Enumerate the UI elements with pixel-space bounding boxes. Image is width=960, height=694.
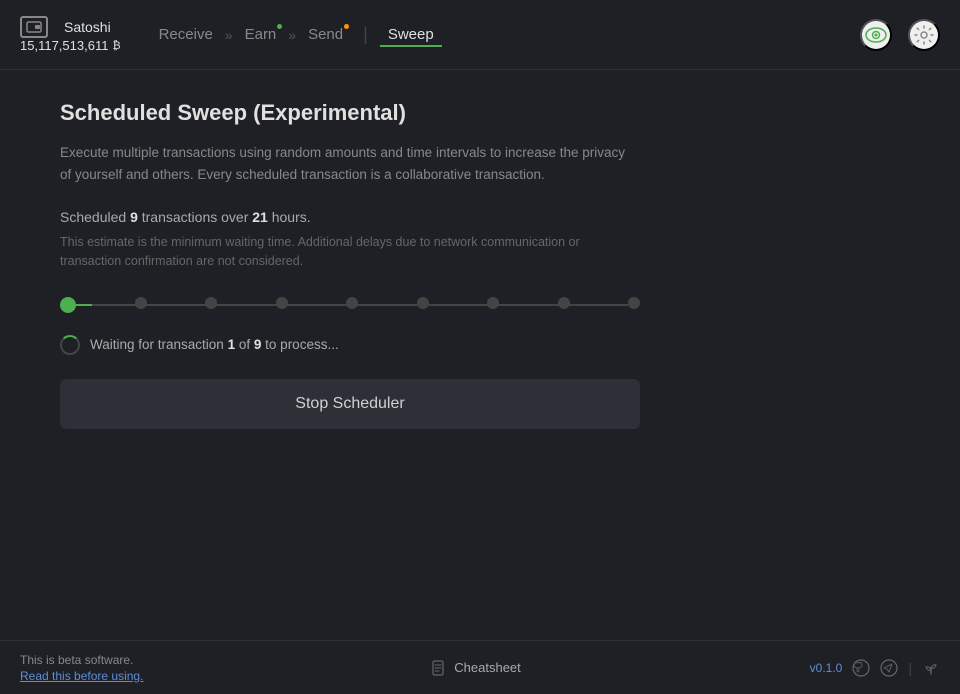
cheatsheet-link[interactable]: Cheatsheet — [454, 660, 521, 675]
progress-dot-6 — [417, 297, 429, 309]
main-content: Scheduled Sweep (Experimental) Execute m… — [0, 70, 960, 640]
earn-dot — [277, 24, 282, 29]
footer-right: v0.1.0 | — [810, 659, 940, 677]
progress-dot-8 — [558, 297, 570, 309]
footer-sep: | — [908, 660, 912, 676]
main-nav: Receive » Earn » Send | Sweep — [151, 22, 860, 47]
page-title: Scheduled Sweep (Experimental) — [60, 100, 900, 126]
wallet-balance: 15,117,513,611 ₿ — [20, 38, 121, 53]
wallet-info: Satoshi 15,117,513,611 ₿ — [20, 16, 121, 53]
footer: This is beta software. Read this before … — [0, 640, 960, 694]
progress-dot-4 — [276, 297, 288, 309]
document-icon — [432, 660, 446, 676]
nav-receive[interactable]: Receive — [151, 22, 221, 47]
header-icons — [860, 19, 940, 51]
progress-dots — [60, 297, 640, 313]
nav-send[interactable]: Send — [300, 22, 351, 47]
progress-dot-5 — [346, 297, 358, 309]
nav-sweep[interactable]: Sweep — [380, 22, 442, 47]
github-icon[interactable] — [852, 659, 870, 677]
nav-earn[interactable]: Earn — [237, 22, 285, 47]
schedule-info: Scheduled 9 transactions over 21 hours. — [60, 209, 900, 225]
footer-left: This is beta software. Read this before … — [20, 653, 143, 683]
progress-dot-9 — [628, 297, 640, 309]
progress-dot-2 — [135, 297, 147, 309]
schedule-note: This estimate is the minimum waiting tim… — [60, 233, 640, 271]
nav-arrow-1: » — [225, 27, 233, 43]
privacy-button[interactable] — [860, 19, 892, 51]
plant-icon[interactable] — [922, 659, 940, 677]
progress-track — [60, 295, 640, 315]
read-link[interactable]: Read this before using. — [20, 669, 143, 683]
beta-text: This is beta software. — [20, 653, 143, 667]
wallet-icon — [20, 16, 48, 38]
wallet-name: Satoshi — [64, 19, 111, 35]
nav-arrow-2: » — [288, 27, 296, 43]
stop-scheduler-button[interactable]: Stop Scheduler — [60, 379, 640, 429]
waiting-status: Waiting for transaction 1 of 9 to proces… — [60, 335, 900, 355]
header: Satoshi 15,117,513,611 ₿ Receive » Earn … — [0, 0, 960, 70]
progress-container — [60, 295, 640, 315]
waiting-text: Waiting for transaction 1 of 9 to proces… — [90, 337, 339, 352]
progress-dot-3 — [205, 297, 217, 309]
loading-spinner — [60, 335, 80, 355]
telegram-icon[interactable] — [880, 659, 898, 677]
version-link[interactable]: v0.1.0 — [810, 661, 843, 675]
nav-sep: | — [363, 24, 368, 45]
progress-dot-1 — [60, 297, 76, 313]
footer-center: Cheatsheet — [143, 660, 809, 676]
progress-dot-7 — [487, 297, 499, 309]
settings-button[interactable] — [908, 19, 940, 51]
page-description: Execute multiple transactions using rand… — [60, 142, 640, 185]
send-dot — [344, 24, 349, 29]
